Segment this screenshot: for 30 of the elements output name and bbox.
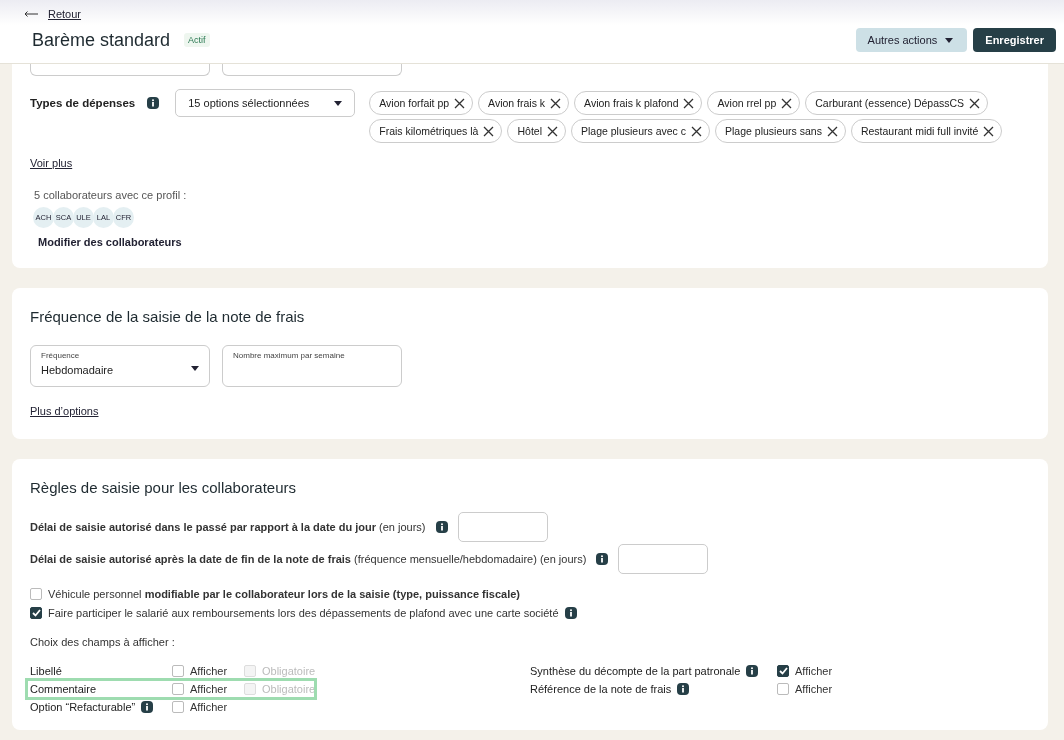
field-name: Option “Refacturable” — [30, 701, 136, 713]
save-button[interactable]: Enregistrer — [973, 28, 1056, 52]
page-title: Barème standard — [32, 29, 171, 51]
checkbox[interactable]: Afficher — [777, 665, 849, 677]
back-link[interactable]: Retour — [48, 8, 82, 20]
more-actions-button[interactable]: Autres actions — [855, 28, 968, 52]
field-label: Délai de saisie autorisé après la date de fin de la note de frais (fréquence mensuelle/hebdomadaire) (en jours) — [30, 553, 587, 565]
checkbox[interactable]: Afficher — [172, 701, 244, 713]
section-subtitle: Choix des champs à afficher : — [30, 636, 175, 648]
field-name: Référence de la note de frais — [530, 683, 672, 695]
modify-collaborators-link[interactable]: Modifier des collaborateurs — [30, 236, 182, 248]
checkbox[interactable]: Afficher — [172, 665, 244, 677]
field-name: Libellé — [30, 665, 62, 677]
frequency-select[interactable]: Fréquence Hebdomadaire — [30, 345, 210, 387]
input-field[interactable]: Nombre maximum par semaine — [222, 345, 402, 387]
field-name: Commentaire — [30, 683, 97, 695]
see-more-link[interactable]: Voir plus — [30, 157, 73, 169]
checkbox[interactable]: Afficher — [172, 683, 244, 695]
collaborators-count: 5 collaborateurs avec ce profil : — [34, 189, 188, 201]
expense-types-select[interactable]: 15 options sélectionnées — [175, 89, 356, 117]
status-badge: Actif — [184, 33, 210, 47]
option-label: Faire participer le salarié aux remboursements lors des dépassements de plafond avec une carte société — [48, 606, 559, 619]
section-title: Fréquence de la saisie de la note de frais — [30, 308, 306, 325]
field-label: Types de dépenses — [30, 97, 136, 109]
checkbox[interactable]: Afficher — [777, 683, 849, 695]
field-label: Délai de saisie autorisé dans le passé par rapport à la date du jour (en jours) — [30, 521, 426, 533]
more-options-link[interactable]: Plus d’options — [30, 405, 99, 417]
field-name: Synthèse du décompte de la part patronale — [530, 665, 741, 677]
section-title: Règles de saisie pour les collaborateurs — [30, 479, 297, 496]
option-label: Véhicule personnel modifiable par le collaborateur lors de la saisie (type, puissance fiscale) — [48, 587, 520, 600]
